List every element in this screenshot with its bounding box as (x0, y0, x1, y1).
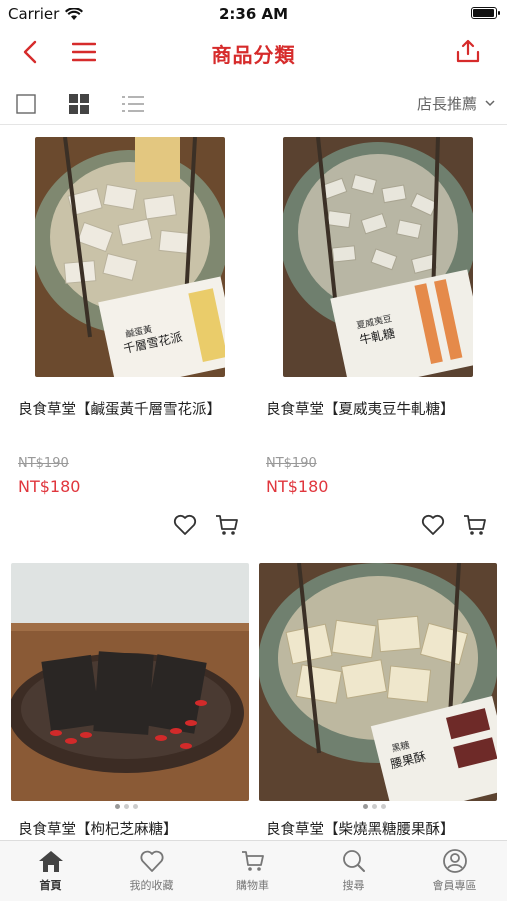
product-image[interactable]: 鹹蛋黃 千層雪花派 (35, 137, 225, 377)
original-price: NT$190 (266, 456, 317, 471)
product-grid: 鹹蛋黃 千層雪花派 良食草堂【鹹蛋黃千層雪花派】 NT$190 NT$180 夏… (0, 125, 507, 840)
product-card[interactable]: 夏威夷豆 牛軋糖 良食草堂【夏威夷豆牛軋糖】 NT$190 NT$180 (248, 125, 496, 545)
sort-dropdown[interactable]: 店長推薦 (417, 93, 495, 114)
product-image[interactable]: 夏威夷豆 牛軋糖 (283, 137, 473, 377)
sale-price: NT$180 (18, 477, 81, 496)
cart-icon (241, 851, 264, 871)
product-name[interactable]: 良食草堂【枸杞芝麻糖】 (18, 820, 218, 840)
tab-search[interactable]: 搜尋 (303, 847, 404, 899)
single-view-button[interactable] (15, 94, 37, 114)
product-name[interactable]: 良食草堂【夏威夷豆牛軋糖】 (266, 400, 481, 420)
tab-home[interactable]: 首頁 (0, 847, 101, 899)
tab-member[interactable]: 會員專區 (404, 847, 505, 899)
sale-price: NT$180 (266, 477, 329, 496)
product-name[interactable]: 良食草堂【柴燒黑糖腰果酥】 (266, 820, 486, 840)
tab-cart[interactable]: 購物車 (202, 847, 303, 899)
battery-icon (471, 7, 500, 19)
cart-icon (216, 515, 238, 535)
tab-favorites[interactable]: 我的收藏 (101, 847, 202, 899)
chevron-left-icon (23, 40, 37, 64)
status-bar: Carrier 2:36 AM (0, 0, 507, 28)
add-to-cart-button[interactable] (462, 512, 488, 538)
tab-bar: 首頁 我的收藏 購物車 搜尋 會員專區 (0, 840, 507, 901)
list-view-icon (122, 96, 144, 112)
image-pager (115, 804, 138, 809)
home-icon (38, 851, 63, 872)
share-button[interactable] (453, 36, 483, 66)
product-card[interactable]: 黑糖 腰果酥 良食草堂【柴燒黑糖腰果酥】 (248, 555, 497, 840)
share-icon (456, 39, 480, 63)
clock: 2:36 AM (218, 5, 289, 23)
tab-label: 搜尋 (342, 879, 365, 892)
hamburger-icon (72, 42, 96, 62)
view-toolbar: 店長推薦 (0, 84, 507, 125)
heart-icon (421, 514, 445, 535)
image-pager (363, 804, 386, 809)
sort-label: 店長推薦 (416, 95, 477, 113)
grid-view-button[interactable] (68, 94, 90, 114)
chevron-down-icon (485, 100, 495, 107)
tab-label: 我的收藏 (129, 879, 174, 892)
original-price: NT$190 (18, 456, 69, 471)
product-card[interactable]: 良食草堂【枸杞芝麻糖】 (0, 555, 249, 840)
cart-icon (464, 515, 486, 535)
tab-label: 首頁 (39, 879, 62, 892)
heart-icon (139, 850, 164, 872)
favorite-button[interactable] (172, 512, 198, 538)
menu-button[interactable] (70, 38, 98, 66)
product-card[interactable]: 鹹蛋黃 千層雪花派 良食草堂【鹹蛋黃千層雪花派】 NT$190 NT$180 (0, 125, 248, 545)
product-image[interactable]: 黑糖 腰果酥 (259, 563, 497, 801)
grid-view-icon (69, 94, 89, 114)
product-image[interactable] (11, 563, 249, 801)
list-view-button[interactable] (121, 94, 145, 114)
back-button[interactable] (16, 38, 44, 66)
nav-bar: 商品分類 (0, 30, 507, 74)
product-name[interactable]: 良食草堂【鹹蛋黃千層雪花派】 (18, 400, 221, 420)
add-to-cart-button[interactable] (214, 512, 240, 538)
search-icon (342, 850, 365, 872)
user-icon (442, 849, 467, 873)
square-view-icon (16, 94, 36, 114)
favorite-button[interactable] (420, 512, 446, 538)
tab-label: 會員專區 (432, 879, 477, 892)
heart-icon (173, 514, 197, 535)
tab-label: 購物車 (236, 879, 269, 892)
